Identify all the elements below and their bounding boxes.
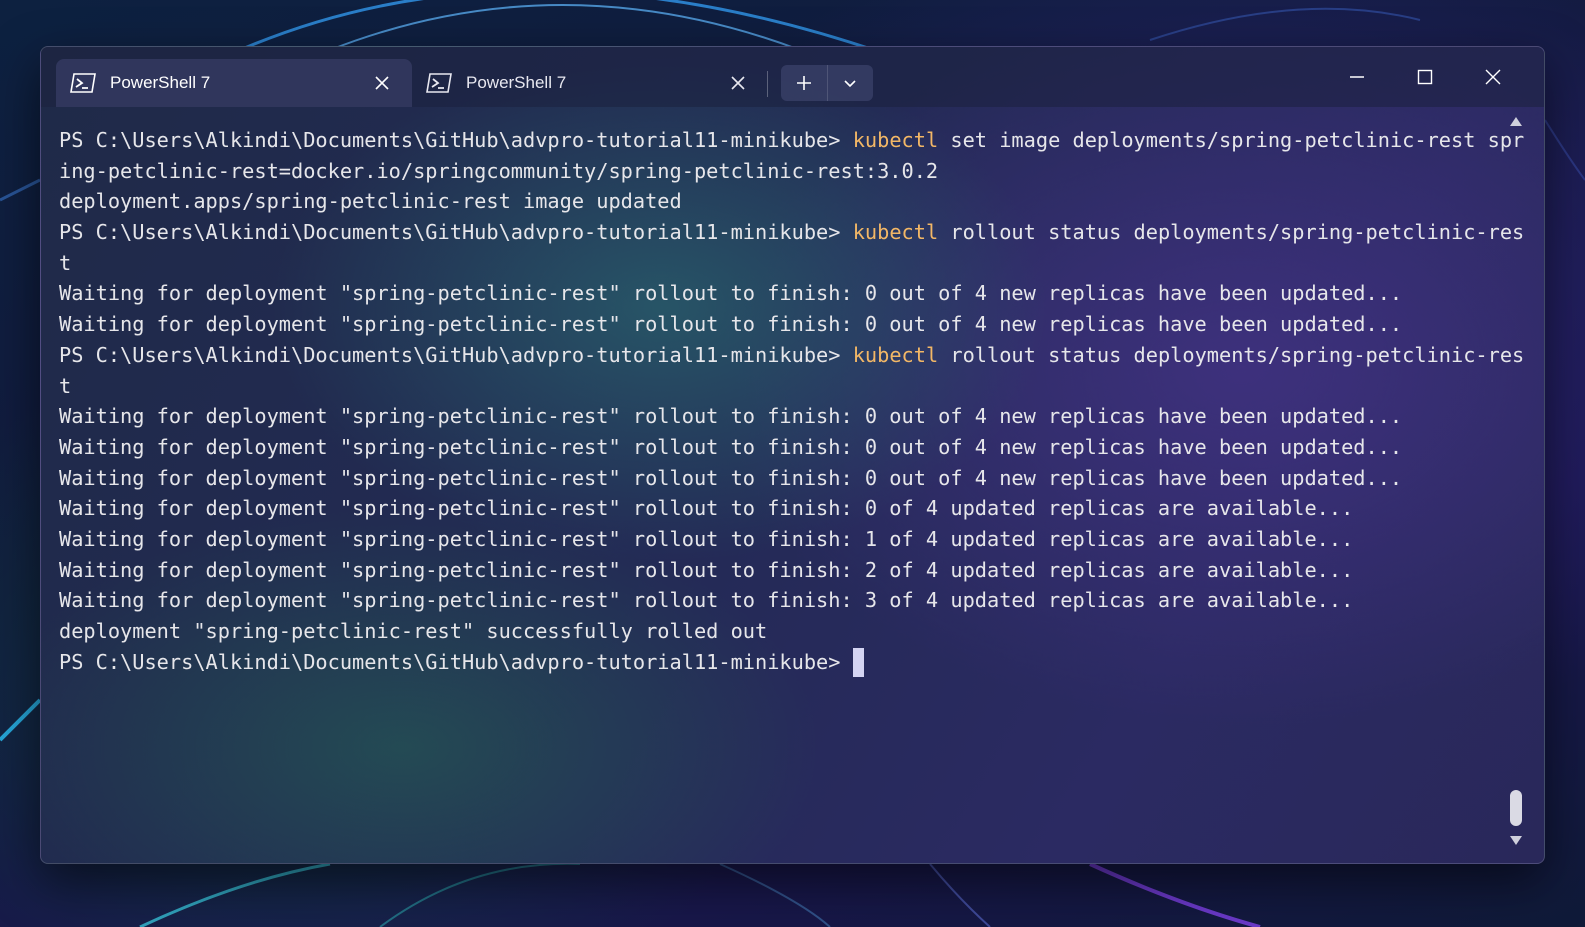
terminal-line: PS C:\Users\Alkindi\Documents\GitHub\adv… [59,647,1504,678]
powershell-icon [426,73,452,93]
tab-title: PowerShell 7 [466,73,567,92]
prompt-text: PS C:\Users\Alkindi\Documents\GitHub\adv… [59,342,853,367]
output-text: t [59,250,72,275]
output-text: rollout status deployments/spring-petcli… [938,342,1525,367]
command-name: kubectl [852,128,939,152]
terminal-line: Waiting for deployment "spring-petclinic… [59,555,1504,586]
output-text: deployment "spring-petclinic-rest" succe… [59,619,768,643]
scrollbar-thumb[interactable] [1510,790,1522,826]
output-text: Waiting for deployment "spring-petclinic… [59,526,1354,551]
close-icon [1485,69,1501,85]
terminal-line: Waiting for deployment "spring-petclinic… [59,432,1504,463]
maximize-icon [1417,69,1433,85]
output-text: Waiting for deployment "spring-petclinic… [59,312,1403,337]
close-icon[interactable] [730,75,746,91]
vertical-scrollbar[interactable] [1505,107,1527,847]
terminal-line: Waiting for deployment "spring-petclinic… [59,401,1504,432]
prompt-text: PS C:\Users\Alkindi\Documents\GitHub\adv… [59,128,853,152]
minimize-button[interactable] [1327,57,1387,97]
output-text: ing-petclinic-rest=docker.io/springcommu… [59,158,939,183]
terminal-line: deployment.apps/spring-petclinic-rest im… [59,186,1504,217]
terminal-line: ing-petclinic-rest=docker.io/springcommu… [59,156,1504,187]
tab-title: PowerShell 7 [110,73,211,92]
output-text: Waiting for deployment "spring-petclinic… [59,557,1354,582]
terminal-line: PS C:\Users\Alkindi\Documents\GitHub\adv… [59,340,1524,371]
output-text: Waiting for deployment "spring-petclinic… [59,281,1403,306]
terminal-line: PS C:\Users\Alkindi\Documents\GitHub\adv… [59,217,1524,248]
terminal-output[interactable]: PS C:\Users\Alkindi\Documents\GitHub\adv… [59,125,1524,845]
output-text: Waiting for deployment "spring-petclinic… [59,465,1403,490]
output-text: deployment.apps/spring-petclinic-rest im… [59,189,682,214]
prompt-text: PS C:\Users\Alkindi\Documents\GitHub\adv… [59,220,853,245]
minimize-icon [1350,76,1364,78]
close-window-button[interactable] [1463,57,1523,97]
title-bar: PowerShell 7 PowerShell 7 [41,47,1544,107]
terminal-line: PS C:\Users\Alkindi\Documents\GitHub\adv… [59,125,1524,156]
tab-divider [767,71,768,97]
powershell-icon [70,73,96,93]
scroll-up-arrow-icon[interactable] [1509,115,1523,127]
maximize-button[interactable] [1395,57,1455,97]
output-text: Waiting for deployment "spring-petclinic… [59,434,1403,459]
output-text: rollout status deployments/spring-petcli… [938,220,1525,245]
prompt-text: PS C:\Users\Alkindi\Documents\GitHub\adv… [59,649,853,674]
terminal-line: Waiting for deployment "spring-petclinic… [59,585,1504,616]
chevron-down-icon [844,80,856,88]
text-cursor [852,647,864,677]
plus-icon [796,76,811,90]
output-text: Waiting for deployment "spring-petclinic… [59,404,1403,429]
tab-powershell-1[interactable]: PowerShell 7 [56,59,412,107]
terminal-line: Waiting for deployment "spring-petclinic… [59,524,1504,555]
new-tab-group [781,65,873,101]
command-name: kubectl [852,220,939,245]
terminal-line: Waiting for deployment "spring-petclinic… [59,278,1504,309]
output-text: Waiting for deployment "spring-petclinic… [59,588,1354,613]
output-text: Waiting for deployment "spring-petclinic… [59,496,1354,521]
terminal-line: Waiting for deployment "spring-petclinic… [59,309,1504,340]
terminal-line: Waiting for deployment "spring-petclinic… [59,463,1504,494]
profile-dropdown-button[interactable] [826,65,874,101]
terminal-line: Waiting for deployment "spring-petclinic… [59,493,1504,524]
command-name: kubectl [852,342,939,367]
terminal-line: t [59,248,1504,279]
scroll-down-arrow-icon[interactable] [1509,835,1523,847]
new-tab-button[interactable] [781,65,827,101]
terminal-window: PowerShell 7 PowerShell 7 PS C:\Users\Al… [40,46,1545,864]
terminal-line: t [59,371,1504,402]
output-text: t [59,373,72,398]
tab-powershell-2[interactable]: PowerShell 7 [412,59,768,107]
output-text: set image deployments/spring-petclinic-r… [938,128,1525,152]
close-icon[interactable] [374,75,390,91]
terminal-line: deployment "spring-petclinic-rest" succe… [59,616,1504,647]
